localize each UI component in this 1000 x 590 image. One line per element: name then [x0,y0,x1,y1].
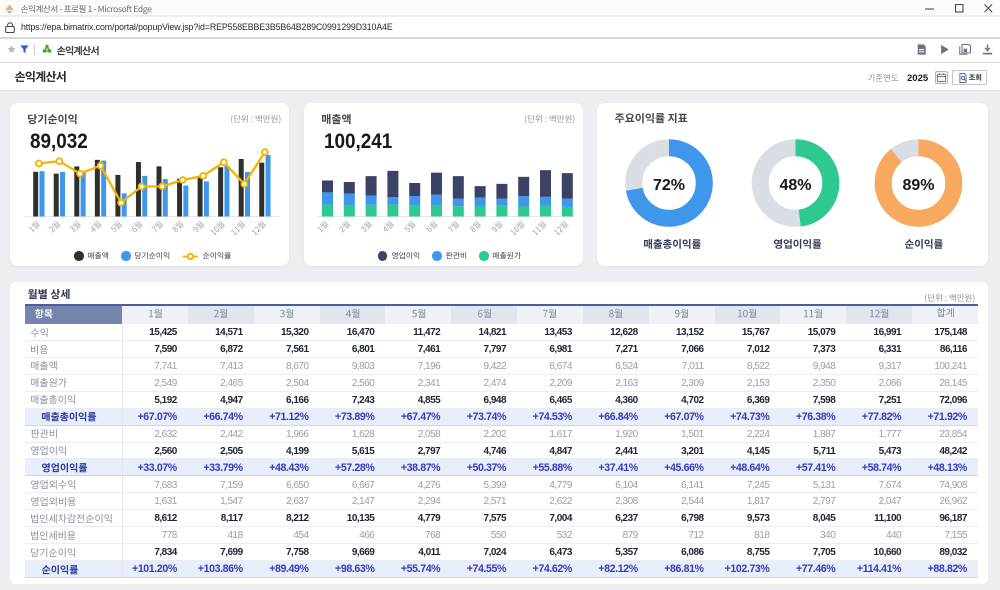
svg-text:72%: 72% [653,177,685,194]
svg-text:89%: 89% [902,177,934,194]
svg-text:48%: 48% [779,177,811,194]
